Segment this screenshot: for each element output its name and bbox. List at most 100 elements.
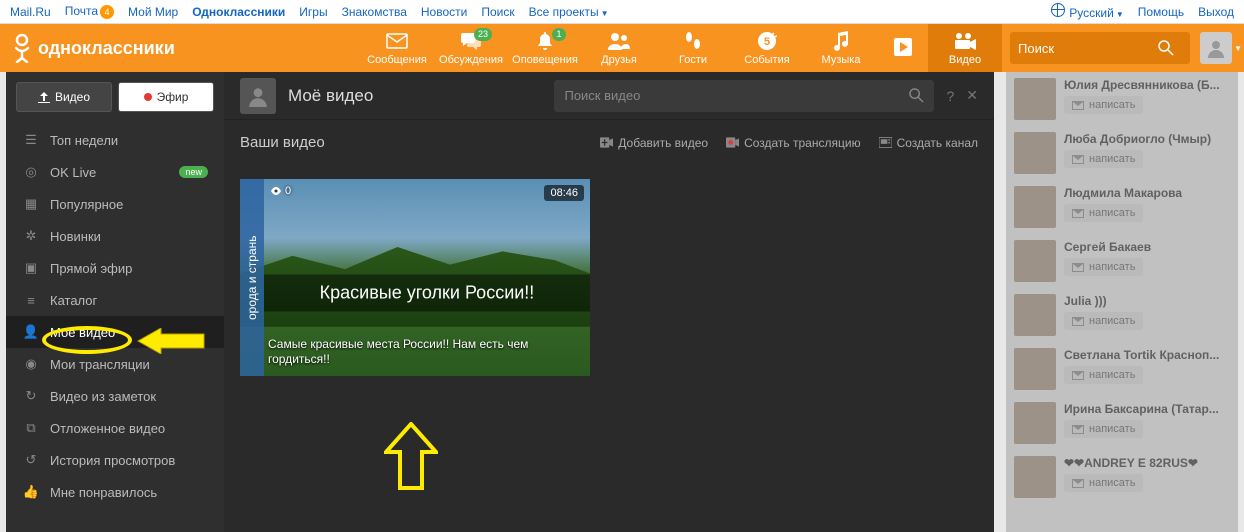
nav-music[interactable]: Музыка bbox=[804, 24, 878, 72]
nav-notifications[interactable]: Оповещения 1 bbox=[508, 24, 582, 72]
nav-video[interactable]: Видео bbox=[928, 24, 1002, 72]
thumb-banner: Красивые уголки России!! bbox=[264, 275, 590, 312]
write-message-button[interactable]: написать bbox=[1064, 366, 1143, 384]
header-search[interactable] bbox=[1010, 32, 1190, 64]
write-message-button[interactable]: написать bbox=[1064, 96, 1143, 114]
friend-row[interactable]: Сергей Бакаевнаписать bbox=[1006, 234, 1238, 288]
nav-label: События bbox=[744, 54, 789, 66]
menu-top-week[interactable]: ☰Топ недели bbox=[6, 124, 224, 156]
menu-popular[interactable]: ▦Популярное bbox=[6, 188, 224, 220]
friend-row[interactable]: Людмила Макарова написать bbox=[1006, 180, 1238, 234]
nav-discussions[interactable]: Обсуждения 23 bbox=[434, 24, 508, 72]
user-avatar[interactable]: ▼ bbox=[1200, 32, 1232, 64]
menu-new[interactable]: ✲Новинки bbox=[6, 220, 224, 252]
logo-text: одноклассники bbox=[38, 38, 175, 59]
section-avatar bbox=[240, 78, 276, 114]
five-icon: 5 bbox=[757, 31, 777, 51]
envelope-icon bbox=[1072, 263, 1084, 272]
menu-catalog[interactable]: ≡Каталог bbox=[6, 284, 224, 316]
write-message-button[interactable]: написать bbox=[1064, 474, 1143, 492]
menu-history[interactable]: ↺История просмотров bbox=[6, 444, 224, 476]
topbar-link-mail[interactable]: Почта4 bbox=[65, 4, 114, 19]
logo[interactable]: одноклассники bbox=[0, 33, 360, 63]
friend-row[interactable]: Люба Добриогло (Чмыр)написать bbox=[1006, 126, 1238, 180]
broadcast-icon: ◉ bbox=[22, 356, 40, 372]
nav-friends[interactable]: Друзья bbox=[582, 24, 656, 72]
nav-label: Сообщения bbox=[367, 54, 427, 66]
avatar-icon bbox=[247, 85, 269, 107]
friend-avatar bbox=[1014, 348, 1056, 390]
nav-messages[interactable]: Сообщения bbox=[360, 24, 434, 72]
envelope-icon bbox=[1072, 101, 1084, 110]
menu-liked[interactable]: 👍Мне понравилось bbox=[6, 476, 224, 508]
menu-my-streams[interactable]: ◉Мои трансляции bbox=[6, 348, 224, 380]
nav-events[interactable]: 5 События bbox=[730, 24, 804, 72]
live-button[interactable]: Эфир bbox=[118, 82, 214, 112]
friend-avatar bbox=[1014, 78, 1056, 120]
subtitle: Ваши видео bbox=[240, 134, 325, 151]
help-button[interactable]: ? bbox=[946, 88, 954, 104]
create-stream-action[interactable]: Создать трансляцию bbox=[726, 136, 860, 150]
close-button[interactable]: ✕ bbox=[966, 87, 978, 104]
ok-logo-icon bbox=[12, 33, 32, 63]
nav-play[interactable] bbox=[878, 24, 928, 72]
friend-name: Людмила Макарова bbox=[1064, 186, 1230, 200]
topbar-help[interactable]: Помощь bbox=[1138, 5, 1184, 19]
menu-ok-live[interactable]: ◎OK Livenew bbox=[6, 156, 224, 188]
topbar-link-mailru[interactable]: Mail.Ru bbox=[10, 5, 51, 19]
video-thumbnail[interactable]: орода и странь 0 08:46 Красивые уголки Р… bbox=[240, 179, 590, 376]
menu-deferred[interactable]: ⧉Отложенное видео bbox=[6, 412, 224, 444]
envelope-icon bbox=[1072, 425, 1084, 434]
write-message-button[interactable]: написать bbox=[1064, 420, 1143, 438]
topbar-link-dating[interactable]: Знакомства bbox=[342, 5, 407, 19]
upload-video-button[interactable]: Видео bbox=[16, 82, 112, 112]
nav-label: Гости bbox=[679, 54, 707, 66]
add-video-action[interactable]: Добавить видео bbox=[600, 136, 708, 150]
friends-icon bbox=[607, 32, 631, 50]
video-search-input[interactable] bbox=[564, 88, 909, 103]
list-icon: ≡ bbox=[22, 293, 40, 308]
video-menu: ☰Топ недели ◎OK Livenew ▦Популярное ✲Нов… bbox=[6, 124, 224, 508]
menu-live[interactable]: ▣Прямой эфир bbox=[6, 252, 224, 284]
thumb-duration: 08:46 bbox=[544, 185, 584, 201]
friend-row[interactable]: Ирина Баксарина (Татар...написать bbox=[1006, 396, 1238, 450]
search-icon bbox=[1158, 40, 1174, 56]
clock-icon: ↺ bbox=[22, 452, 40, 468]
menu-from-notes[interactable]: ↻Видео из заметок bbox=[6, 380, 224, 412]
topbar-link-moymir[interactable]: Мой Мир bbox=[128, 5, 178, 19]
write-message-button[interactable]: написать bbox=[1064, 150, 1143, 168]
footprints-icon bbox=[683, 31, 703, 51]
topbar-link-news[interactable]: Новости bbox=[421, 5, 467, 19]
refresh-icon: ↻ bbox=[22, 388, 40, 404]
topbar-lang[interactable]: Русский▼ bbox=[1051, 3, 1123, 20]
nav-badge: 1 bbox=[552, 28, 566, 41]
create-channel-action[interactable]: Создать канал bbox=[879, 136, 978, 150]
write-message-button[interactable]: написать bbox=[1064, 312, 1143, 330]
envelope-icon bbox=[1072, 209, 1084, 218]
topbar-link-ok[interactable]: Одноклассники bbox=[192, 5, 285, 19]
nav-label: Друзья bbox=[601, 54, 637, 66]
topbar-logout[interactable]: Выход bbox=[1198, 5, 1234, 19]
video-main: Моё видео ? ✕ Ваши видео Добавить видео … bbox=[224, 72, 994, 532]
bars-icon: ☰ bbox=[22, 132, 40, 148]
write-message-button[interactable]: написать bbox=[1064, 258, 1143, 276]
friend-name: Светлана Tortik Красноп... bbox=[1064, 348, 1230, 362]
menu-my-video[interactable]: 👤Моё видео bbox=[6, 316, 224, 348]
write-message-button[interactable]: написать bbox=[1064, 204, 1143, 222]
topbar-link-all[interactable]: Все проекты▼ bbox=[529, 5, 609, 19]
plus-video-icon bbox=[600, 137, 613, 148]
envelope-icon bbox=[1072, 155, 1084, 164]
video-search[interactable] bbox=[554, 80, 934, 112]
friend-row[interactable]: ❤❤ANDREY E 82RUS❤написать bbox=[1006, 450, 1238, 504]
friend-row[interactable]: Светлана Tortik Красноп... написать bbox=[1006, 342, 1238, 396]
search-input[interactable] bbox=[1018, 41, 1158, 56]
friend-name: Julia ))) bbox=[1064, 294, 1230, 308]
friend-row[interactable]: Julia ))) написать bbox=[1006, 288, 1238, 342]
nav-guests[interactable]: Гости bbox=[656, 24, 730, 72]
nav-label: Музыка bbox=[822, 54, 861, 66]
friend-row[interactable]: Юлия Дресвянникова (Б...написать bbox=[1006, 72, 1238, 126]
topbar-link-search[interactable]: Поиск bbox=[481, 5, 514, 19]
record-icon bbox=[144, 93, 152, 101]
topbar-link-games[interactable]: Игры bbox=[299, 5, 327, 19]
camera-icon: ▣ bbox=[22, 260, 40, 276]
